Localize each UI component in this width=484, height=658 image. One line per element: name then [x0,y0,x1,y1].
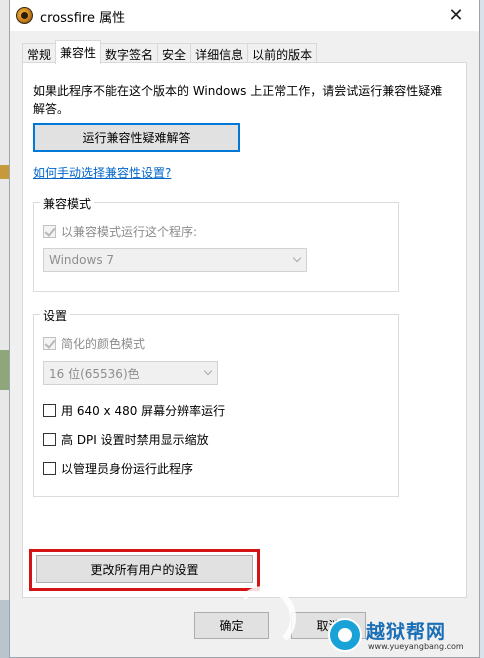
compat-mode-checkbox-label: 以兼容模式运行这个程序: [61,225,198,239]
high-dpi-checkbox[interactable] [43,433,56,446]
compatibility-description: 如果此程序不能在这个版本的 Windows 上正常工作，请尝试运行兼容性疑难解答… [33,84,443,116]
res-640-label: 用 640 x 480 屏幕分辨率运行 [61,404,226,418]
tab-previous-versions[interactable]: 以前的版本 [247,43,318,64]
close-button[interactable]: ✕ [433,0,479,31]
settings-group: 设置 简化的颜色模式 16 位(65536)色 用 640 x 480 屏幕分辨… [33,307,399,497]
watermark-arc [232,586,296,650]
high-dpi-checkbox-row[interactable]: 高 DPI 设置时禁用显示缩放 [43,431,209,448]
reduced-color-label: 简化的颜色模式 [61,337,146,351]
watermark-url: www.yueyangbang.com [368,642,464,651]
watermark-logo-icon [328,618,362,652]
chevron-down-icon [203,366,213,376]
close-icon: ✕ [448,5,464,26]
properties-dialog: crossfire 属性 ✕ 常规 兼容性 数字签名 安全 详细信息 以前的版本… [9,0,480,658]
tab-details[interactable]: 详细信息 [190,43,249,64]
compat-mode-checkbox-row[interactable]: 以兼容模式运行这个程序: [43,223,197,240]
compat-mode-group-title: 兼容模式 [40,195,95,212]
watermark-logo-text: 越狱帮网 [366,621,447,643]
tab-general[interactable]: 常规 [22,43,57,64]
run-as-admin-label: 以管理员身份运行此程序 [61,462,194,476]
compat-mode-group: 兼容模式 以兼容模式运行这个程序: Windows 7 [33,195,399,292]
window-title: crossfire 属性 [40,11,126,26]
high-dpi-label: 高 DPI 设置时禁用显示缩放 [61,433,209,447]
compatibility-panel: 如果此程序不能在这个版本的 Windows 上正常工作，请尝试运行兼容性疑难解答… [22,62,467,598]
reduced-color-checkbox-row[interactable]: 简化的颜色模式 [43,335,145,352]
chevron-down-icon [292,253,302,263]
color-depth-value: 16 位(65536)色 [49,366,140,381]
change-all-users-button[interactable]: 更改所有用户的设置 [36,555,253,583]
manual-settings-link[interactable]: 如何手动选择兼容性设置? [33,164,171,181]
title-bar[interactable]: crossfire 属性 ✕ [10,0,479,31]
os-version-select[interactable]: Windows 7 [43,248,307,272]
watermark: 越狱帮网 www.yueyangbang.com [328,616,478,654]
tab-security[interactable]: 安全 [157,43,192,64]
tab-strip: 常规 兼容性 数字签名 安全 详细信息 以前的版本 [22,40,318,64]
crossfire-app-icon [16,7,33,24]
compat-mode-checkbox[interactable] [43,225,56,238]
tab-digital-signatures[interactable]: 数字签名 [100,43,159,64]
os-version-value: Windows 7 [49,253,115,267]
settings-group-title: 设置 [40,307,71,324]
run-troubleshooter-button[interactable]: 运行兼容性疑难解答 [33,123,240,152]
run-as-admin-checkbox-row[interactable]: 以管理员身份运行此程序 [43,460,193,477]
reduced-color-checkbox[interactable] [43,337,56,350]
run-as-admin-checkbox[interactable] [43,462,56,475]
tab-compatibility[interactable]: 兼容性 [55,40,102,64]
color-depth-select[interactable]: 16 位(65536)色 [43,361,218,385]
res-640-checkbox-row[interactable]: 用 640 x 480 屏幕分辨率运行 [43,402,225,419]
res-640-checkbox[interactable] [43,404,56,417]
